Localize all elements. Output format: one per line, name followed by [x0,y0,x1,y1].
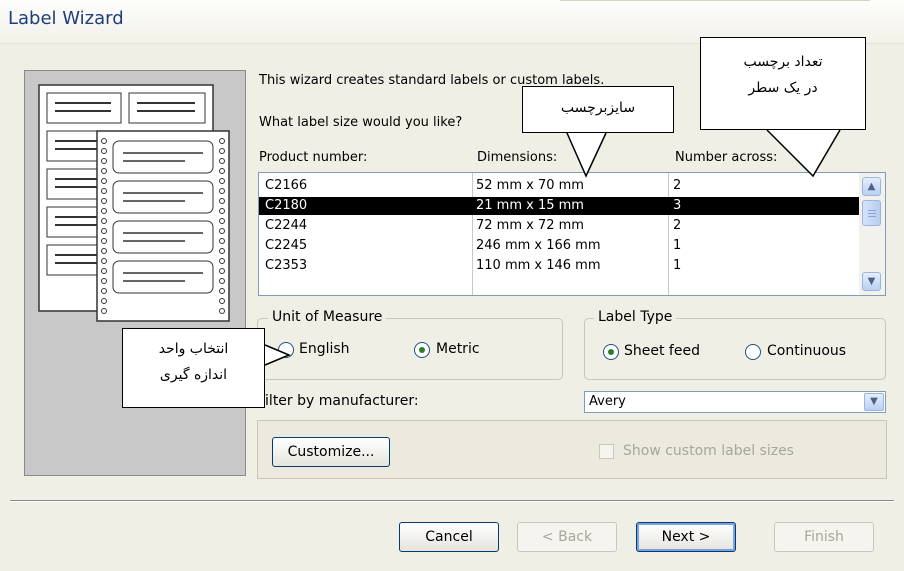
table-row[interactable]: C2245 246 mm x 166 mm 1 [259,237,859,255]
back-button[interactable]: < Back [517,522,617,552]
column-header-product: Product number: [259,150,368,165]
cell-across: 1 [673,258,682,273]
finish-button[interactable]: Finish [774,522,874,552]
manufacturer-value: Avery [589,394,626,409]
cancel-button[interactable]: Cancel [399,522,499,552]
title-bar-edge [560,0,870,1]
table-row[interactable]: C2244 72 mm x 72 mm 2 [259,217,859,235]
cell-dimensions: 72 mm x 72 mm [476,218,584,233]
label-size-list[interactable]: C2166 52 mm x 70 mm 2 C2180 21 mm x 15 m… [258,172,886,296]
label-type-legend: Label Type [594,309,677,325]
continuous-label[interactable]: Continuous [767,343,846,359]
manufacturer-select[interactable]: Avery ▼ [584,391,886,413]
cell-product: C2353 [265,258,308,273]
filter-label: Filter by manufacturer: [258,393,419,409]
cell-across: 2 [673,178,682,193]
customize-panel: Customize... Show custom label sizes [257,420,887,479]
unit-callout-line1: انتخاب واحد [158,341,229,357]
cell-dimensions: 110 mm x 146 mm [476,258,601,273]
cell-product: C2245 [265,238,308,253]
cell-across: 2 [673,218,682,233]
sheet-feed-label[interactable]: Sheet feed [624,343,700,359]
count-callout-line1: تعداد برچسب [743,54,823,70]
english-radio[interactable] [278,342,294,358]
list-scrollbar[interactable]: ▲ ▼ [859,173,885,295]
customize-button[interactable]: Customize... [272,437,390,467]
count-callout: تعداد برچسب در یک سطر [700,37,866,130]
metric-radio[interactable] [414,342,430,358]
table-row[interactable]: C2166 52 mm x 70 mm 2 [259,177,859,195]
cell-product: C2244 [265,218,308,233]
size-callout-text: سایزبرچسب [560,100,636,116]
metric-label[interactable]: Metric [436,341,480,357]
separator-highlight [10,501,894,502]
cell-product: C2180 [265,198,308,213]
window-title: Label Wizard [8,8,124,29]
column-header-across: Number across: [675,150,778,165]
show-custom-sizes-label: Show custom label sizes [623,443,794,459]
cell-dimensions: 21 mm x 15 mm [476,198,584,213]
cell-product: C2166 [265,178,308,193]
size-callout-pointer [566,132,607,178]
cell-across: 3 [673,198,682,213]
cell-dimensions: 246 mm x 166 mm [476,238,601,253]
table-row-selected[interactable]: C2180 21 mm x 15 mm 3 [259,197,859,215]
count-callout-pointer [766,129,841,178]
english-label[interactable]: English [299,341,350,357]
unit-callout: انتخاب واحد اندازه گیری [122,328,265,408]
next-button[interactable]: Next > [636,522,736,552]
sheet-feed-radio[interactable] [603,344,619,360]
show-custom-sizes-checkbox[interactable] [599,444,614,459]
size-callout: سایزبرچسب [522,86,674,133]
cell-across: 1 [673,238,682,253]
table-row[interactable]: C2353 110 mm x 146 mm 1 [259,257,859,275]
cell-dimensions: 52 mm x 70 mm [476,178,584,193]
chevron-down-icon[interactable]: ▼ [864,393,884,411]
scroll-thumb[interactable] [862,200,881,226]
labels-illustration-icon [38,84,230,322]
column-header-dimensions: Dimensions: [477,150,558,165]
scroll-down-button[interactable]: ▼ [862,272,881,291]
size-question: What label size would you like? [259,115,463,130]
count-callout-line2: در یک سطر [748,80,818,96]
unit-of-measure-legend: Unit of Measure [268,309,387,325]
unit-callout-line2: اندازه گیری [159,367,228,383]
scroll-up-button[interactable]: ▲ [862,177,881,196]
label-sheet-illustration [24,70,246,476]
continuous-radio[interactable] [745,344,761,360]
